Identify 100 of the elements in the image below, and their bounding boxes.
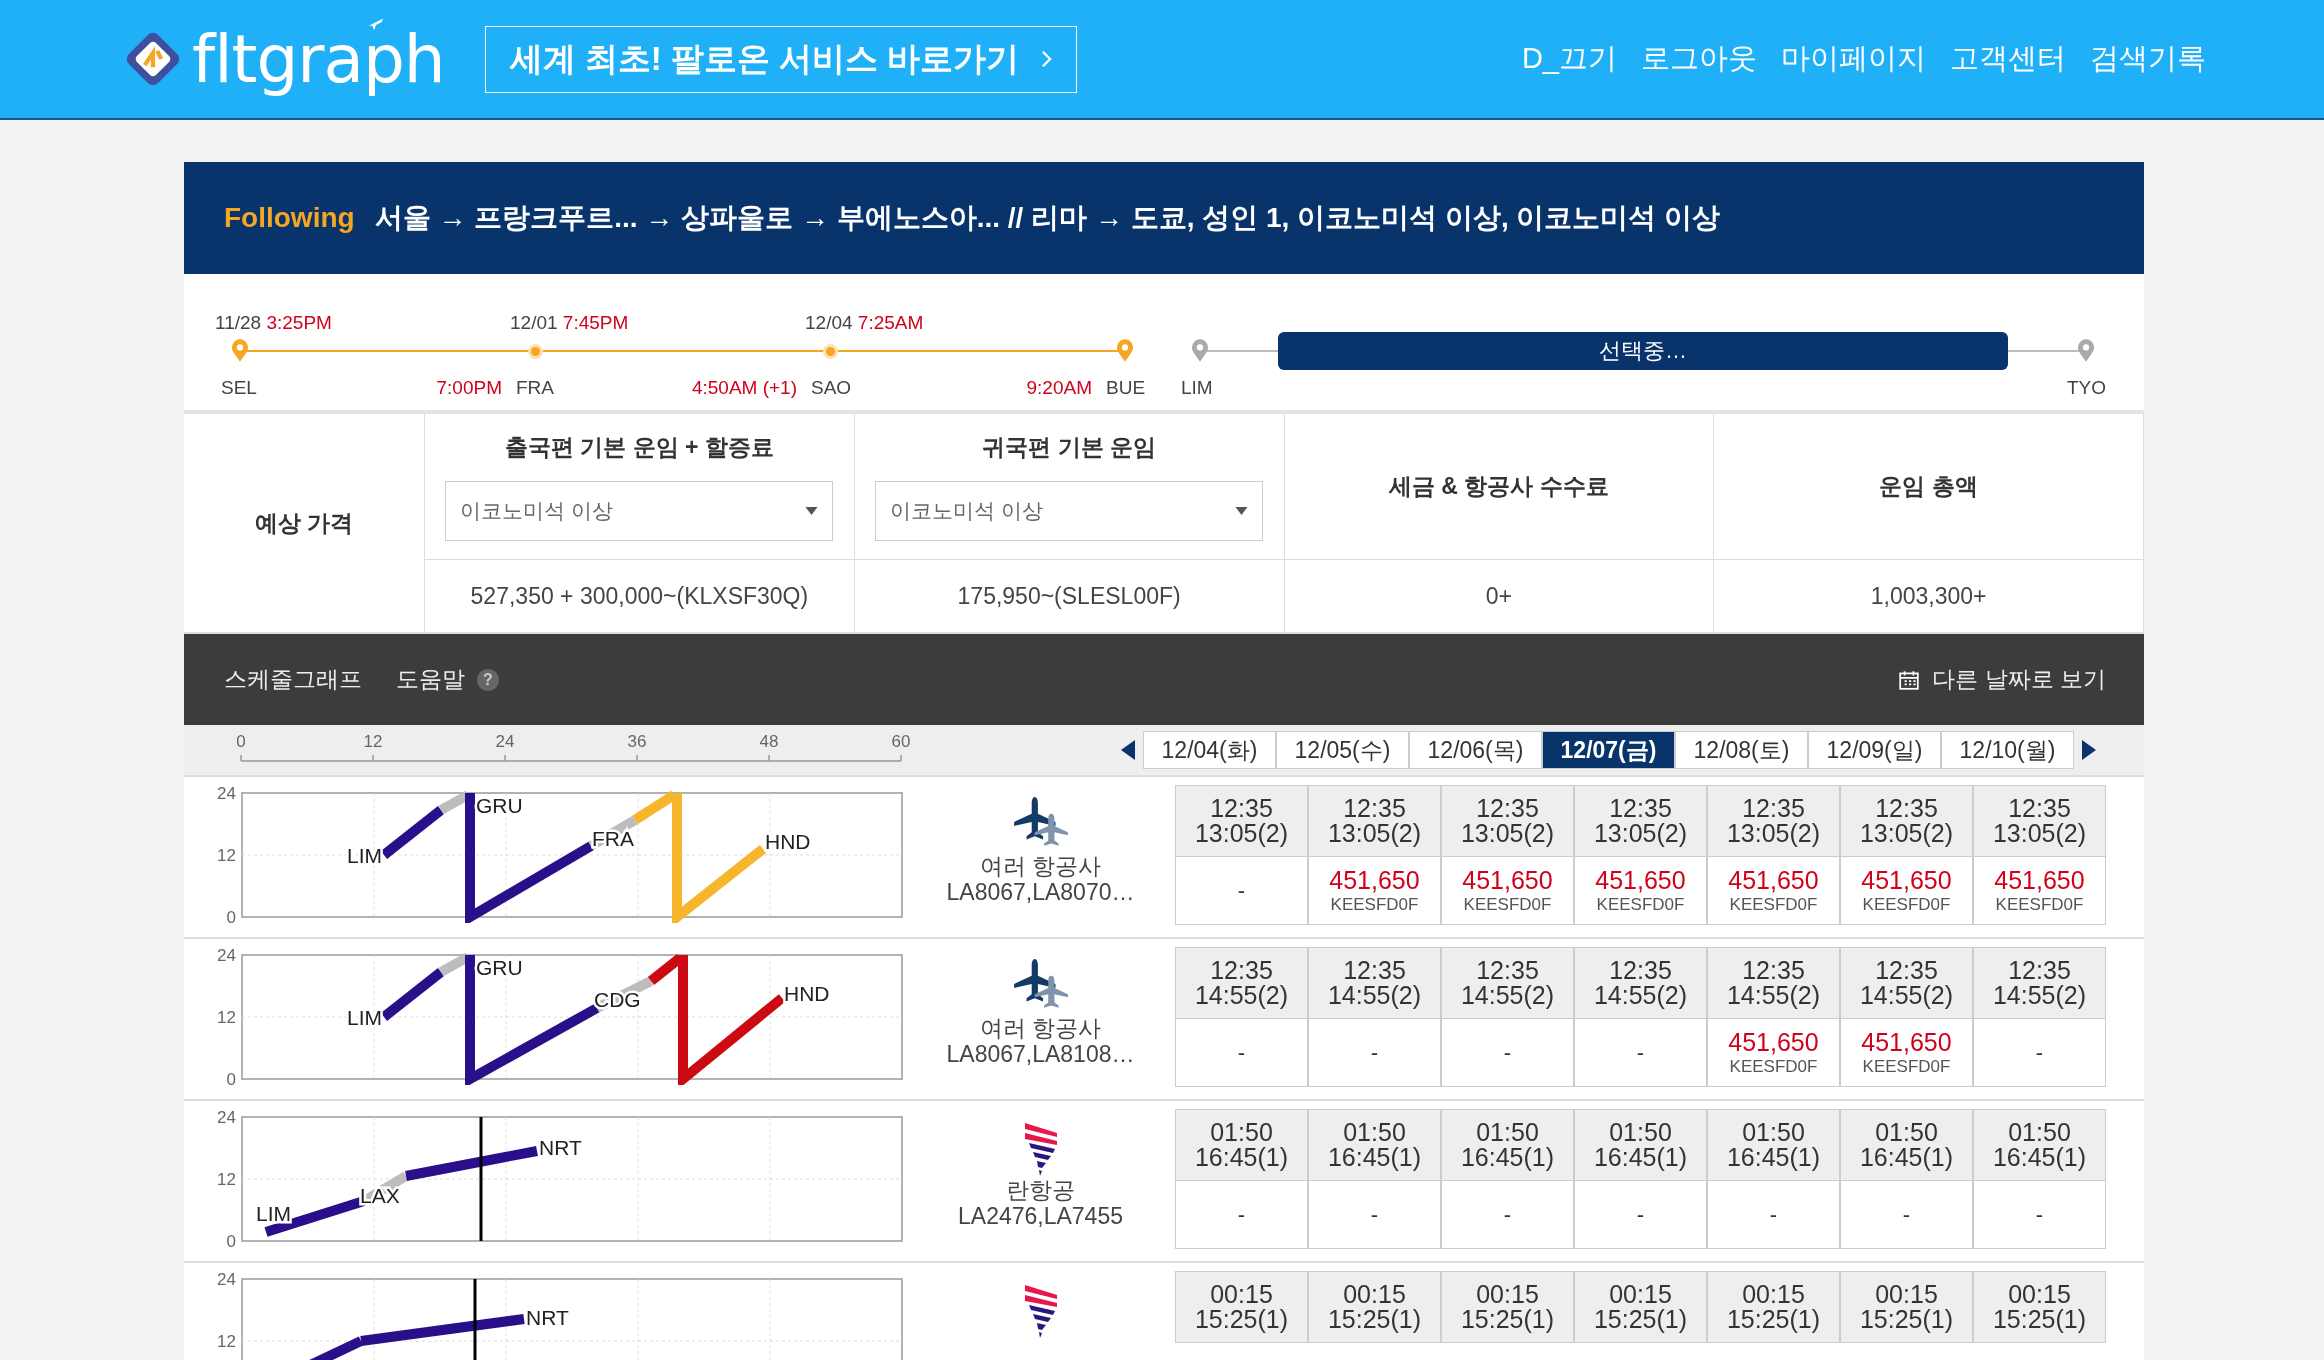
flight-times-cell[interactable]: 12:35 14:55(2) [1574, 947, 1707, 1019]
flight-times-cell[interactable]: 00:15 15:25(1) [1840, 1271, 1973, 1343]
fare-cell[interactable]: 451,650 KEESFD0F [1308, 857, 1441, 925]
empty-fare-cell: - [1574, 1019, 1707, 1087]
arrival-time: 7:00PM [436, 377, 502, 398]
flight-times-cell[interactable]: 00:15 15:25(1) [1973, 1271, 2106, 1343]
date-tab[interactable]: 12/06(목) [1409, 731, 1542, 769]
dropdown-caret-icon [1235, 507, 1249, 515]
airport-code: LIM [1181, 377, 1213, 398]
departure-time: 12/04 7:25AM [805, 312, 924, 333]
other-dates-link[interactable]: 다른 날짜로 보기 [1932, 664, 2106, 695]
flight-times-cell[interactable]: 01:50 16:45(1) [1441, 1109, 1574, 1181]
fare-value: 527,350 + 300,000~(KLXSF30Q) [470, 582, 809, 610]
flight-times-cell[interactable]: 12:35 14:55(2) [1441, 947, 1574, 1019]
airport-label: NRT [526, 1306, 569, 1329]
column-header: 세금 & 항공사 수수료 [1389, 472, 1609, 501]
airport-code: TYO [2067, 377, 2107, 398]
flight-times-cell[interactable]: 01:50 16:45(1) [1840, 1109, 1973, 1181]
airport-code: FRA [516, 377, 554, 398]
airport-label: LIM [256, 1202, 291, 1225]
fare-value: 1,003,300+ [1870, 582, 1987, 610]
departure-time: 11/28 3:25PM [215, 312, 332, 333]
selecting-bar[interactable]: 선택중… [1278, 332, 2008, 370]
flight-times-cell[interactable]: 00:15 15:25(1) [1441, 1271, 1574, 1343]
flight-times-cell[interactable]: 12:35 13:05(2) [1441, 785, 1574, 857]
airline-name: 여러 항공사 [979, 853, 1102, 879]
flight-times-cell[interactable]: 12:35 13:05(2) [1574, 785, 1707, 857]
flight-times-cell[interactable]: 00:15 15:25(1) [1308, 1271, 1441, 1343]
flight-times-cell[interactable]: 00:15 15:25(1) [1574, 1271, 1707, 1343]
arrival-time: 9:20AM [1026, 377, 1092, 398]
route-summary: 서울 → 프랑크푸르... → 상파울로 → 부에노스아... // 리마 → 도쿄, 성인 1, 이코노미석 이상, 이코노미석 이상 [374, 201, 1721, 235]
fare-cell[interactable]: 451,650 KEESFD0F [1840, 857, 1973, 925]
section-title: 스케줄그래프 [224, 665, 362, 694]
flight-times-cell[interactable]: 12:35 14:55(2) [1308, 947, 1441, 1019]
airport-label: CDG [594, 988, 641, 1011]
class-dropdown[interactable]: 이코노미석 이상 [445, 481, 834, 541]
help-link[interactable]: 도움말 [396, 664, 465, 695]
fare-value: 175,950~(SLESL00F) [957, 582, 1181, 610]
fare-value: 0+ [1485, 582, 1512, 610]
flight-times-cell[interactable]: 12:35 14:55(2) [1707, 947, 1840, 1019]
flight-numbers: LA2476,LA7455 [958, 1203, 1123, 1229]
airline-name: 여러 항공사 [979, 1015, 1102, 1041]
flight-numbers: LA8067,LA8108… [946, 1041, 1135, 1067]
flight-times-cell[interactable]: 00:15 15:25(1) [1175, 1271, 1308, 1343]
fare-cell[interactable]: 451,650 KEESFD0F [1840, 1019, 1973, 1087]
flight-times-cell[interactable]: 00:15 15:25(1) [1707, 1271, 1840, 1343]
hour-axis: 0 12 24 36 48 60 [184, 725, 1113, 775]
empty-fare-cell: - [1973, 1019, 2106, 1087]
empty-fare-cell: - [1441, 1019, 1574, 1087]
following-label: Following [224, 202, 355, 234]
flight-times-cell[interactable]: 12:35 13:05(2) [1840, 785, 1973, 857]
airport-label: LIM [347, 1006, 382, 1029]
flight-times-cell[interactable]: 12:35 13:05(2) [1973, 785, 2106, 857]
empty-fare-cell: - [1308, 1181, 1441, 1249]
flight-times-cell[interactable]: 01:50 16:45(1) [1973, 1109, 2106, 1181]
flight-times-cell[interactable]: 12:35 13:05(2) [1308, 785, 1441, 857]
date-tab[interactable]: 12/10(월) [1941, 731, 2074, 769]
flight-times-cell[interactable]: 12:35 13:05(2) [1707, 785, 1840, 857]
fare-cell[interactable]: 451,650 KEESFD0F [1707, 857, 1840, 925]
help-icon[interactable]: ? [477, 668, 499, 691]
date-tab[interactable]: 12/07(금) [1542, 731, 1675, 769]
airport-label: GRU [476, 956, 523, 979]
empty-fare-cell: - [1973, 1181, 2106, 1249]
chevron-right-icon [1041, 50, 1053, 68]
arrival-time: 4:50AM (+1) [691, 377, 797, 398]
flight-times-cell[interactable]: 01:50 16:45(1) [1707, 1109, 1840, 1181]
flight-times-cell[interactable]: 12:35 14:55(2) [1840, 947, 1973, 1019]
flight-times-cell[interactable]: 01:50 16:45(1) [1574, 1109, 1707, 1181]
class-dropdown[interactable]: 이코노미석 이상 [875, 481, 1264, 541]
date-tab[interactable]: 12/08(토) [1675, 731, 1808, 769]
calendar-icon [1898, 668, 1921, 691]
fare-cell[interactable]: 451,650 KEESFD0F [1707, 1019, 1840, 1087]
column-header: 운임 총액 [1879, 472, 1978, 501]
date-tab[interactable]: 12/05(수) [1276, 731, 1409, 769]
airport-label: HND [765, 830, 811, 853]
empty-fare-cell: - [1175, 1019, 1308, 1087]
fare-cell[interactable]: 451,650 KEESFD0F [1973, 857, 2106, 925]
flight-times-cell[interactable]: 12:35 14:55(2) [1175, 947, 1308, 1019]
airport-code: SAO [811, 377, 852, 398]
fare-cell[interactable]: 451,650 KEESFD0F [1441, 857, 1574, 925]
airport-code: BUE [1106, 377, 1146, 398]
flight-numbers: LA8067,LA8070… [946, 879, 1135, 905]
flight-times-cell[interactable]: 12:35 13:05(2) [1175, 785, 1308, 857]
flight-times-cell[interactable]: 12:35 14:55(2) [1973, 947, 2106, 1019]
airport-label: LIM [347, 844, 382, 867]
empty-fare-cell: - [1175, 1181, 1308, 1249]
previous-arrow-icon[interactable] [1121, 739, 1135, 761]
airport-label: FRA [592, 827, 634, 850]
next-arrow-icon[interactable] [2082, 739, 2096, 761]
fare-cell[interactable]: 451,650 KEESFD0F [1574, 857, 1707, 925]
column-header: 출국편 기본 운임 + 할증료 [504, 433, 774, 462]
date-tab[interactable]: 12/04(화) [1143, 731, 1276, 769]
column-header: 귀국편 기본 운임 [982, 433, 1156, 462]
departure-time: 12/01 7:45PM [510, 312, 629, 333]
airport-label: LAX [360, 1184, 400, 1207]
flight-times-cell[interactable]: 01:50 16:45(1) [1175, 1109, 1308, 1181]
date-tab[interactable]: 12/09(일) [1808, 731, 1941, 769]
airport-label: GRU [476, 794, 523, 817]
dropdown-caret-icon [805, 507, 819, 515]
flight-times-cell[interactable]: 01:50 16:45(1) [1308, 1109, 1441, 1181]
